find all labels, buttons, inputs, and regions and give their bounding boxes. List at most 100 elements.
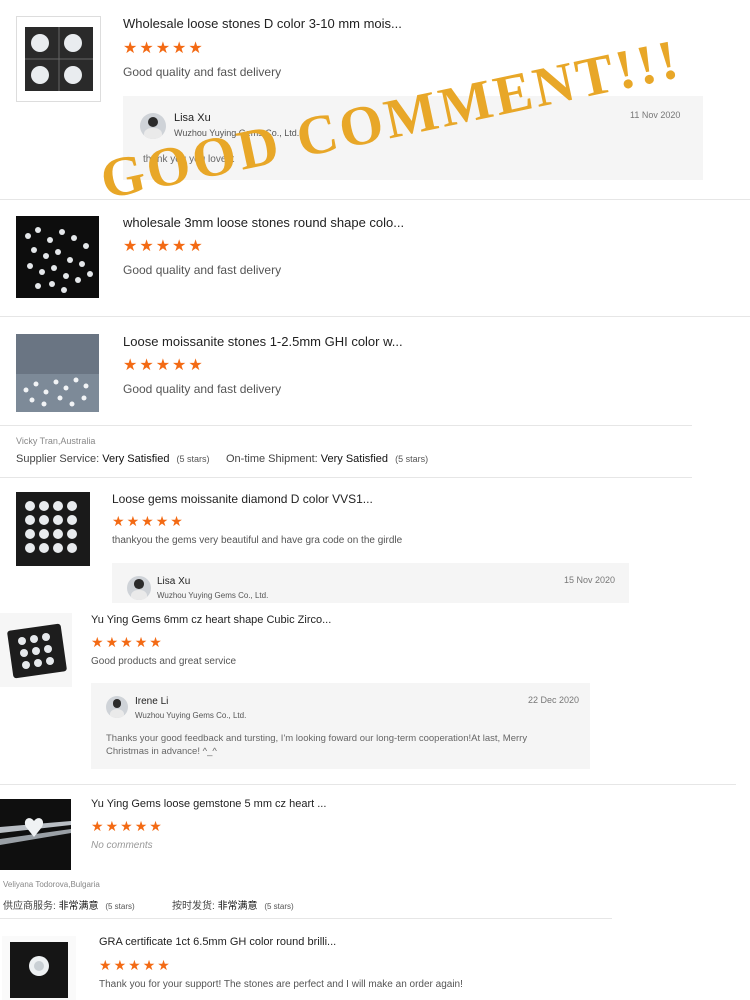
- gem-box-image: [25, 27, 93, 91]
- star-icon: ★: [105, 634, 119, 650]
- star-icon: ★: [155, 238, 171, 255]
- star-icon: ★: [112, 513, 125, 529]
- rating-label: 供应商服务:: [3, 901, 56, 912]
- star-icon: ★: [188, 357, 203, 374]
- tweezers-heart-image: [0, 818, 71, 845]
- supplier-service-rating: 供应商服务: 非常满意 (5 stars): [3, 897, 135, 912]
- supplier-reply: Lisa Xu Wuzhou Yuying Gems Co., Ltd. 15 …: [112, 563, 629, 603]
- supplier-reply: Irene Li Wuzhou Yuying Gems Co., Ltd. 22…: [91, 683, 590, 769]
- divider: [0, 316, 750, 317]
- product-thumbnail[interactable]: [2, 936, 76, 1000]
- rating-stars-text: (5 stars): [105, 902, 135, 911]
- review-comment: Good quality and fast delivery: [123, 382, 282, 396]
- reply-text: Thanks your good feedback and tursting, …: [106, 733, 528, 757]
- star-icon: ★: [170, 513, 183, 529]
- star-icon: ★: [149, 818, 162, 834]
- review-comment: Good quality and fast delivery: [123, 65, 282, 79]
- star-icon: ★: [188, 40, 203, 57]
- star-icon: ★: [126, 513, 140, 529]
- rating-stars-text: (5 stars): [395, 454, 429, 464]
- shipment-rating: On-time Shipment: Very Satisfied (5 star…: [226, 453, 428, 465]
- gem-box-image: [25, 501, 77, 553]
- star-icon: ★: [120, 818, 133, 834]
- divider: [0, 199, 750, 200]
- star-icon: ★: [91, 818, 104, 834]
- star-icon: ★: [120, 634, 133, 650]
- heart-stones-box-image: [7, 623, 67, 679]
- reply-author: Lisa Xu: [157, 576, 191, 587]
- product-title[interactable]: Loose moissanite stones 1-2.5mm GHI colo…: [123, 334, 403, 349]
- rating-value: Very Satisfied: [102, 453, 170, 465]
- divider: [0, 477, 692, 478]
- star-icon: ★: [157, 957, 170, 973]
- star-icon: ★: [123, 40, 138, 57]
- reply-date: 22 Dec 2020: [528, 695, 580, 705]
- product-title[interactable]: wholesale 3mm loose stones round shape c…: [123, 215, 404, 230]
- shipment-rating: 按时发货: 非常满意 (5 stars): [172, 897, 294, 912]
- product-thumbnail[interactable]: [16, 16, 101, 102]
- star-icon: ★: [91, 634, 104, 650]
- reply-text: thank you you love it: [143, 154, 235, 165]
- reply-author: Irene Li: [135, 696, 169, 707]
- star-icon: ★: [155, 513, 169, 529]
- loose-stones-image: [16, 334, 99, 407]
- rating-value: 非常满意: [217, 901, 258, 912]
- star-icon: ★: [105, 818, 119, 834]
- review-comment: thankyou the gems very beautiful and hav…: [112, 535, 403, 546]
- product-title[interactable]: GRA certificate 1ct 6.5mm GH color round…: [99, 936, 336, 948]
- product-thumbnail[interactable]: [16, 334, 99, 412]
- rating-stars-text: (5 stars): [264, 902, 294, 911]
- star-icon: ★: [99, 957, 112, 973]
- rating-stars-text: (5 stars): [176, 454, 210, 464]
- product-thumbnail[interactable]: [16, 492, 90, 566]
- review-comment: Good quality and fast delivery: [123, 263, 282, 277]
- reply-author: Lisa Xu: [174, 112, 211, 124]
- star-icon: ★: [134, 634, 148, 650]
- rating-stars: ★ ★ ★ ★ ★: [123, 358, 203, 374]
- supplier-service-rating: Supplier Service: Very Satisfied (5 star…: [16, 453, 210, 465]
- avatar: [106, 696, 128, 718]
- star-icon: ★: [172, 357, 187, 374]
- rating-label: 按时发货:: [172, 901, 215, 912]
- rating-label: On-time Shipment:: [226, 453, 318, 465]
- star-icon: ★: [155, 40, 171, 57]
- star-icon: ★: [139, 238, 154, 255]
- rating-stars: ★ ★ ★ ★ ★: [91, 818, 162, 834]
- star-icon: ★: [142, 957, 156, 973]
- star-icon: ★: [149, 634, 162, 650]
- reply-date: 15 Nov 2020: [564, 575, 616, 585]
- star-icon: ★: [134, 818, 148, 834]
- avatar: [140, 113, 166, 139]
- reply-company: Wuzhou Yuying Gems Co., Ltd.: [135, 711, 247, 720]
- product-thumbnail[interactable]: [16, 216, 99, 298]
- star-icon: ★: [123, 238, 138, 255]
- review-comment: Thank you for your support! The stones a…: [99, 979, 463, 990]
- reply-company: Wuzhou Yuying Gems Co., Ltd.: [174, 128, 300, 138]
- star-icon: ★: [172, 40, 187, 57]
- rating-value: 非常满意: [58, 901, 99, 912]
- star-icon: ★: [188, 238, 203, 255]
- product-title[interactable]: Yu Ying Gems 6mm cz heart shape Cubic Zi…: [91, 614, 331, 626]
- rating-stars: ★ ★ ★ ★ ★: [123, 41, 203, 57]
- product-title[interactable]: Wholesale loose stones D color 3-10 mm m…: [123, 16, 402, 31]
- product-title[interactable]: Loose gems moissanite diamond D color VV…: [112, 492, 373, 506]
- rating-label: Supplier Service:: [16, 453, 100, 465]
- loose-stones-image: [25, 227, 93, 293]
- star-icon: ★: [123, 357, 138, 374]
- divider: [0, 784, 736, 785]
- product-title[interactable]: Yu Ying Gems loose gemstone 5 mm cz hear…: [91, 798, 326, 810]
- avatar: [127, 576, 151, 600]
- rating-value: Very Satisfied: [320, 453, 389, 465]
- star-icon: ★: [141, 513, 154, 529]
- rating-stars: ★ ★ ★ ★ ★: [112, 513, 183, 529]
- star-icon: ★: [139, 40, 154, 57]
- reply-date: 11 Nov 2020: [630, 110, 681, 120]
- rating-stars: ★ ★ ★ ★ ★: [99, 957, 170, 973]
- product-thumbnail[interactable]: [0, 613, 72, 687]
- review-comment: No comments: [91, 840, 153, 851]
- rating-stars: ★ ★ ★ ★ ★: [123, 239, 203, 255]
- buyer-name: Vicky Tran,Australia: [16, 436, 96, 446]
- certificate-stone-image: [10, 942, 68, 998]
- product-thumbnail[interactable]: [0, 799, 71, 870]
- rating-stars: ★ ★ ★ ★ ★: [91, 634, 162, 650]
